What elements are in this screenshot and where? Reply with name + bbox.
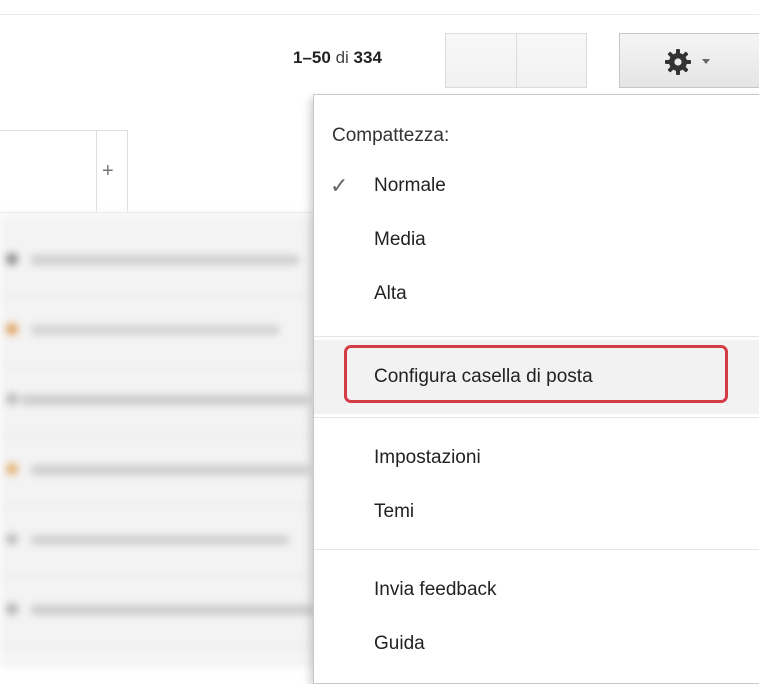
menu-divider bbox=[314, 417, 759, 418]
pagination-total: 334 bbox=[353, 48, 382, 67]
list-item[interactable] bbox=[0, 437, 320, 507]
avatar bbox=[6, 533, 18, 545]
email-snippet bbox=[30, 325, 280, 335]
email-snippet bbox=[30, 465, 310, 475]
list-item[interactable] bbox=[0, 507, 320, 577]
newer-button[interactable] bbox=[445, 33, 517, 88]
avatar bbox=[6, 463, 18, 475]
tab-bar-top-border bbox=[0, 130, 128, 131]
tab-right-border bbox=[127, 130, 128, 213]
help-item[interactable]: Guida bbox=[374, 633, 425, 655]
list-item[interactable] bbox=[0, 297, 320, 367]
density-heading: Compattezza: bbox=[332, 125, 450, 146]
avatar bbox=[6, 323, 18, 335]
email-snippet bbox=[30, 255, 300, 265]
settings-menu: Compattezza: ✓ Normale Media Alta Config… bbox=[313, 94, 759, 684]
top-divider bbox=[0, 14, 759, 15]
feedback-item[interactable]: Invia feedback bbox=[374, 579, 497, 601]
density-media[interactable]: Media bbox=[374, 229, 426, 251]
pagination-nav bbox=[445, 33, 587, 88]
pagination-range: 1–50 bbox=[293, 48, 331, 67]
email-snippet bbox=[30, 605, 315, 615]
list-item[interactable] bbox=[0, 367, 320, 437]
menu-divider bbox=[314, 336, 759, 337]
chevron-down-icon bbox=[702, 59, 710, 64]
list-item[interactable] bbox=[0, 577, 320, 647]
pagination-of: di bbox=[335, 48, 349, 67]
avatar bbox=[6, 253, 18, 265]
menu-divider bbox=[314, 549, 759, 550]
avatar bbox=[6, 393, 18, 405]
list-item[interactable] bbox=[0, 227, 320, 297]
avatar bbox=[6, 603, 18, 615]
pagination-label: 1–50 di 334 bbox=[293, 48, 382, 68]
themes-item[interactable]: Temi bbox=[374, 501, 414, 523]
density-alta[interactable]: Alta bbox=[374, 283, 407, 305]
add-tab-button[interactable]: + bbox=[102, 160, 114, 183]
check-icon: ✓ bbox=[330, 173, 349, 198]
email-snippet bbox=[30, 535, 290, 545]
settings-button[interactable] bbox=[619, 33, 759, 88]
email-snippet bbox=[20, 395, 310, 405]
settings-item[interactable]: Impostazioni bbox=[374, 447, 481, 469]
configure-inbox-item[interactable]: Configura casella di posta bbox=[374, 366, 593, 388]
gear-icon bbox=[665, 49, 691, 75]
density-normal[interactable]: Normale bbox=[374, 175, 446, 197]
older-button[interactable] bbox=[516, 33, 587, 88]
email-list bbox=[0, 213, 320, 668]
tab-divider bbox=[96, 130, 97, 213]
